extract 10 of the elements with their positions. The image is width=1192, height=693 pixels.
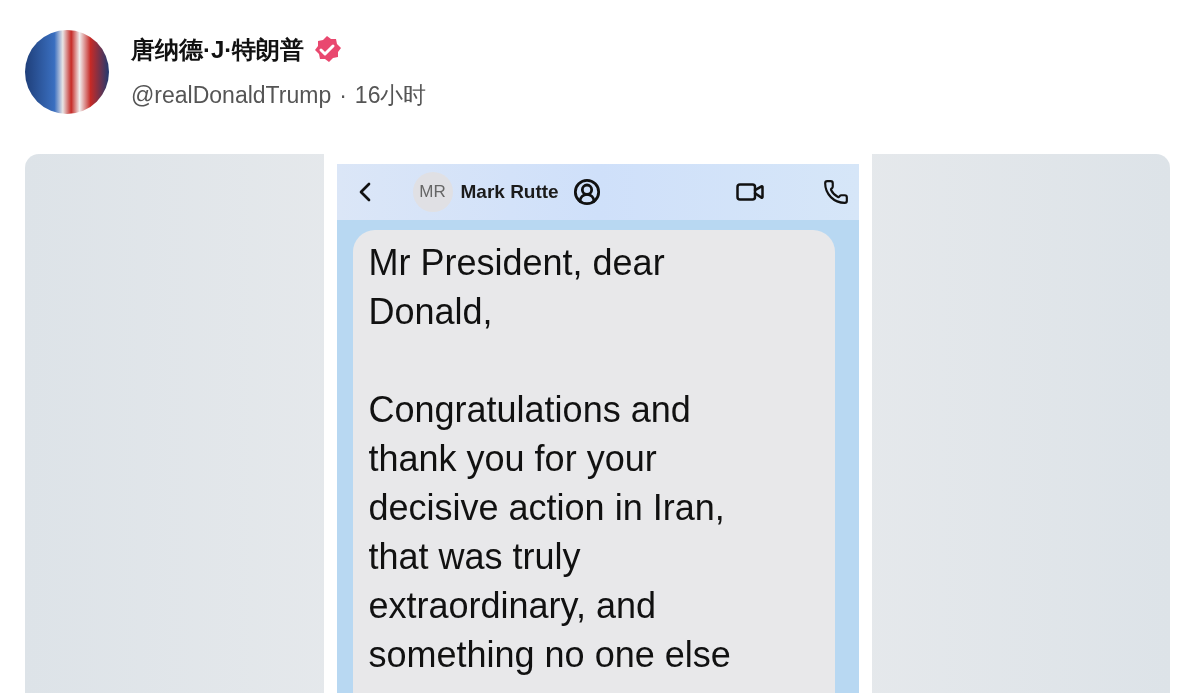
- author-name: 唐纳德·J·特朗普: [131, 34, 305, 65]
- phone-call-icon[interactable]: [822, 179, 849, 205]
- contact-profile-icon[interactable]: [572, 178, 601, 206]
- contact-initials: MR: [412, 172, 453, 212]
- message-text: Congratulations and thank you for your decisive action in Iran, that was truly extraordinary, and something no one else: [368, 388, 732, 677]
- message-text: Mr President, dear Donald,: [368, 241, 666, 334]
- post-time: 16小时: [354, 80, 427, 110]
- contact-name: Mark Rutte: [460, 181, 559, 203]
- author-handle: @realDonaldTrump: [131, 81, 332, 109]
- separator-dot: ·: [339, 81, 347, 109]
